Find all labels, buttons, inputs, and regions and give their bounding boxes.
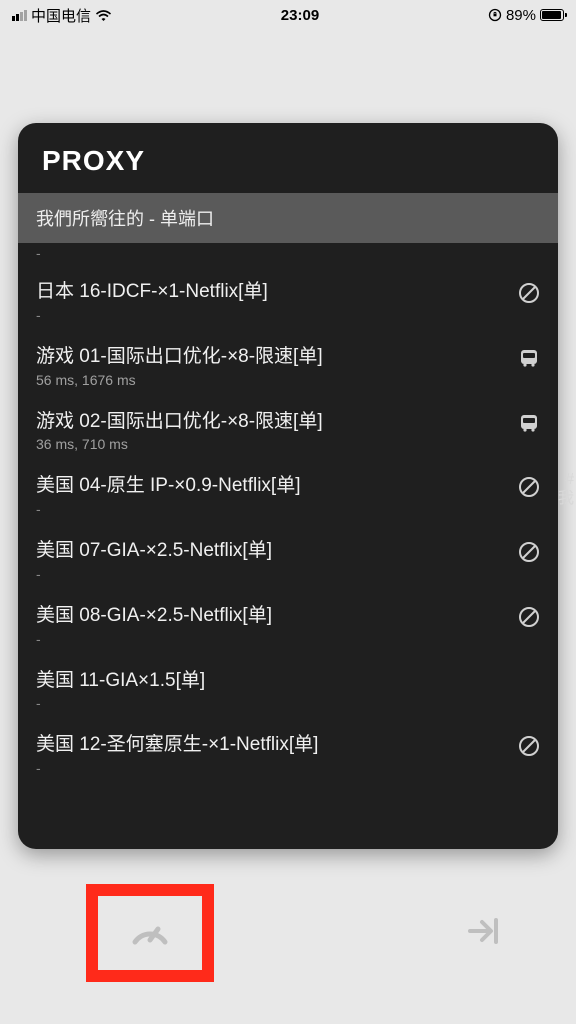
collapse-button[interactable] [464,911,504,956]
proxy-row[interactable]: 美国 08-GIA-×2.5-Netflix[单] - [18,593,558,658]
block-icon [518,282,540,304]
battery-icon [540,9,564,21]
proxy-row[interactable]: 美国 04-原生 IP-×0.9-Netflix[单] - [18,463,558,528]
proxy-row-subtitle: - [36,695,540,711]
speed-test-button[interactable] [86,884,214,982]
proxy-group-header[interactable]: 我們所嚮往的 - 单端口 [18,193,558,243]
proxy-row-title: 日本 16-IDCF-×1-Netflix[单] [36,280,506,304]
proxy-row-title: 美国 07-GIA-×2.5-Netflix[单] [36,539,506,563]
block-icon [518,541,540,563]
proxy-card: PROXY 我們所嚮往的 - 单端口 - 日本 16-IDCF-×1-Netfl… [18,123,558,849]
index-char[interactable]: 我 [558,489,574,508]
card-title: PROXY [18,123,558,193]
signal-icon [12,10,27,21]
proxy-row[interactable]: 美国 11-GIA×1.5[单] - [18,658,558,723]
status-left: 中国电信 [12,5,112,26]
proxy-row[interactable]: 游戏 01-国际出口优化-×8-限速[单] 56 ms, 1676 ms [18,334,558,399]
proxy-row-subtitle: 56 ms, 1676 ms [36,372,506,388]
proxy-row[interactable]: 美国 12-圣何塞原生-×1-Netflix[单] - [18,722,558,787]
proxy-row-title: 游戏 01-国际出口优化-×8-限速[单] [36,345,506,369]
proxy-list: - 日本 16-IDCF-×1-Netflix[单] - 游戏 01-国际出口优… [18,243,558,787]
wifi-icon [95,9,112,22]
proxy-row[interactable]: 游戏 02-国际出口优化-×8-限速[单] 36 ms, 710 ms [18,399,558,464]
index-char-hash[interactable]: # [558,470,574,489]
proxy-row-subtitle: - [36,307,506,323]
proxy-row-subtitle: - [36,760,506,776]
list-item-partial: - [18,243,558,269]
proxy-row-subtitle: 36 ms, 710 ms [36,436,506,452]
gauge-icon [127,910,173,956]
status-right: 89% [488,7,564,24]
status-bar: 中国电信 23:09 89% [0,0,576,30]
proxy-row-title: 美国 04-原生 IP-×0.9-Netflix[单] [36,474,506,498]
proxy-row-subtitle: - [36,631,506,647]
proxy-row-title: 游戏 02-国际出口优化-×8-限速[单] [36,410,506,434]
proxy-row-subtitle: - [36,501,506,517]
index-bar[interactable]: # 我 [558,470,576,508]
bus-icon [518,412,540,434]
proxy-row-title: 美国 11-GIA×1.5[单] [36,669,540,693]
clock-label: 23:09 [112,7,488,24]
block-icon [518,606,540,628]
bus-icon [518,347,540,369]
proxy-row-title: 美国 08-GIA-×2.5-Netflix[单] [36,604,506,628]
battery-label: 89% [506,7,536,24]
block-icon [518,476,540,498]
proxy-row[interactable]: 日本 16-IDCF-×1-Netflix[单] - [18,269,558,334]
proxy-row-title: 美国 12-圣何塞原生-×1-Netflix[单] [36,733,506,757]
proxy-row[interactable]: 美国 07-GIA-×2.5-Netflix[单] - [18,528,558,593]
block-icon [518,735,540,757]
orientation-lock-icon [488,8,502,22]
arrow-right-to-line-icon [464,911,504,951]
carrier-label: 中国电信 [31,5,91,26]
proxy-row-subtitle: - [36,566,506,582]
